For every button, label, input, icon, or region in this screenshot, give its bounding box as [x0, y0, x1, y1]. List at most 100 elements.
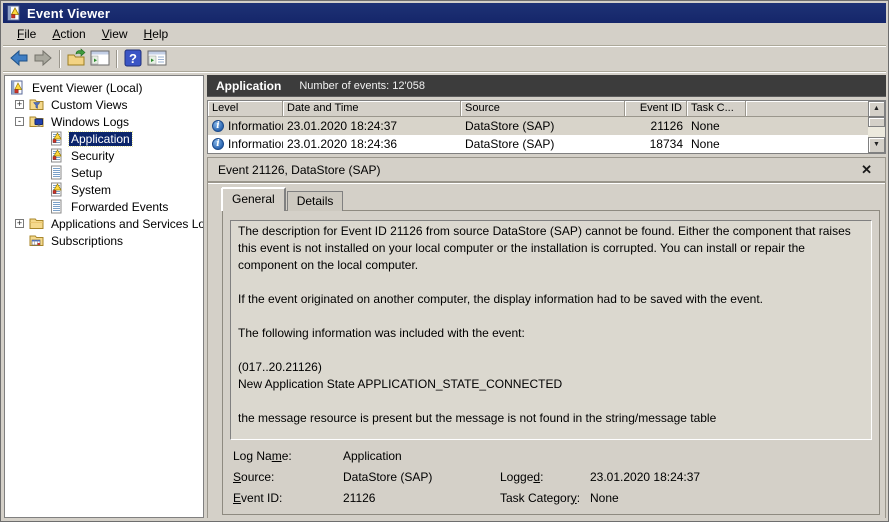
show-hide-folder-button[interactable]	[64, 47, 88, 71]
tree-label: Forwarded Events	[71, 199, 169, 214]
tree-item-custom-views[interactable]: + Custom Views	[5, 96, 203, 113]
field-value-logged: 23.01.2020 18:24:37	[590, 469, 701, 484]
forward-button[interactable]	[31, 48, 55, 70]
scroll-up-icon[interactable]: ▲	[868, 101, 885, 117]
level-cell: i Information	[208, 117, 283, 135]
datetime-cell: 23.01.2020 18:24:37	[283, 117, 461, 135]
show-console-tree-folder-icon	[66, 47, 86, 71]
field-label-level: Level:	[233, 512, 343, 515]
event-row[interactable]: i Information 23.01.2020 18:24:37 DataSto…	[208, 117, 885, 135]
field-value-keywords: Classic	[590, 512, 872, 515]
tree-item-setup[interactable]: Setup	[5, 164, 203, 181]
result-header: Application Number of events: 12'058	[207, 75, 886, 97]
tree-item-application[interactable]: Application	[5, 130, 203, 147]
main-pane: Application Number of events: 12'058 Lev…	[207, 75, 886, 518]
scroll-down-icon[interactable]: ▼	[868, 137, 885, 153]
event-fields: Log Name: Application Source: DataStore …	[233, 445, 872, 515]
tree-item-windows-logs[interactable]: - Windows Logs	[5, 113, 203, 130]
expand-plus-icon[interactable]: +	[15, 100, 24, 109]
action-pane-toggle-button[interactable]	[145, 48, 169, 70]
source-cell: DataStore (SAP)	[465, 137, 555, 151]
tree-item-forwarded-events[interactable]: Forwarded Events	[5, 198, 203, 215]
tree-label: System	[71, 182, 112, 197]
scrollbar-thumb[interactable]	[868, 117, 885, 127]
tree-label: Application	[68, 130, 133, 147]
field-label-log-name: Log Name:	[233, 448, 292, 463]
menu-file[interactable]: File	[9, 24, 44, 44]
svg-text:?: ?	[129, 51, 137, 66]
help-icon: ?	[123, 48, 143, 71]
tree-label: Windows Logs	[51, 114, 130, 129]
field-value-log-name: Application	[343, 448, 402, 463]
event-detail-pane: Event 21126, DataStore (SAP) ✕ General D…	[207, 157, 886, 518]
event-viewer-window: Event Viewer File Action View Help ? Eve…	[0, 0, 889, 522]
tree-label: Security	[71, 148, 115, 163]
field-value-event-id: 21126	[343, 490, 376, 505]
column-source[interactable]: Source	[461, 101, 625, 117]
expand-plus-icon[interactable]: +	[15, 219, 24, 228]
column-level[interactable]: Level	[208, 101, 283, 117]
toolbar-separator	[59, 50, 60, 68]
task-cell: None	[687, 117, 746, 135]
back-button[interactable]	[7, 48, 31, 70]
event-log-icon	[49, 182, 65, 197]
information-icon: i	[212, 120, 224, 132]
subscriptions-icon	[29, 233, 45, 248]
content-area: Event Viewer (Local) + Custom Views - Wi…	[3, 72, 886, 519]
plain-log-icon	[49, 165, 65, 180]
menu-action[interactable]: Action	[44, 24, 93, 44]
plain-log-icon	[49, 199, 65, 214]
task-cell: None	[691, 137, 720, 151]
tree-label: Setup	[71, 165, 103, 180]
event-count-text: Number of events: 12'058	[299, 79, 425, 92]
event-list-header: Level Date and Time Source Event ID Task…	[208, 101, 885, 117]
close-icon[interactable]: ✕	[858, 162, 875, 178]
help-button[interactable]: ?	[121, 48, 145, 70]
field-value-level: Information	[343, 512, 500, 515]
tab-details[interactable]: Details	[286, 191, 344, 211]
tree-item-security[interactable]: Security	[5, 147, 203, 164]
field-label-task-category: Task Category:	[500, 490, 581, 505]
event-id-cell: 18734	[649, 137, 683, 151]
detail-tabs: General Details	[222, 188, 345, 211]
menu-view[interactable]: View	[94, 24, 136, 44]
event-id-cell: 21126	[625, 117, 687, 135]
collapse-minus-icon[interactable]: -	[15, 117, 24, 126]
log-name-heading: Application	[216, 78, 282, 93]
tree-label: Applications and Services Logs	[51, 216, 204, 231]
field-label-logged: Logged:	[500, 469, 544, 484]
datetime-cell: 23.01.2020 18:24:36	[287, 137, 398, 151]
event-row[interactable]: i Information 23.01.2020 18:24:36 DataSto…	[208, 135, 885, 153]
menubar: File Action View Help	[3, 23, 886, 46]
column-event-id[interactable]: Event ID	[625, 101, 687, 117]
console-tree-toggle-button[interactable]	[88, 48, 112, 70]
field-label-source: Source:	[233, 469, 275, 484]
level-cell: i Information	[208, 135, 283, 153]
filler-cell	[746, 117, 885, 135]
tree-item-event-viewer-local[interactable]: Event Viewer (Local)	[5, 79, 203, 96]
general-tab-page: The description for Event ID 21126 from …	[222, 210, 880, 515]
titlebar[interactable]: Event Viewer	[3, 3, 886, 23]
tab-general[interactable]: General	[222, 188, 285, 211]
filler-cell	[746, 135, 885, 153]
field-label-event-id: Event ID:	[233, 490, 283, 505]
event-log-icon	[49, 148, 65, 163]
field-label-keywords: Keywords:	[500, 512, 590, 515]
event-description[interactable]: The description for Event ID 21126 from …	[230, 220, 872, 440]
field-value-source: DataStore (SAP)	[343, 469, 433, 484]
window-title: Event Viewer	[27, 5, 111, 21]
action-pane-window-icon	[147, 49, 167, 70]
field-value-task-category: None	[590, 490, 619, 505]
folder-icon	[29, 216, 45, 231]
tree-label: Subscriptions	[51, 233, 124, 248]
column-task-category[interactable]: Task C...	[687, 101, 746, 117]
column-filler	[746, 101, 885, 117]
column-date-and-time[interactable]: Date and Time	[283, 101, 461, 117]
event-list-scrollbar[interactable]: ▲ ▼	[868, 101, 885, 153]
menu-help[interactable]: Help	[136, 24, 177, 44]
tree-item-applications-services-logs[interactable]: + Applications and Services Logs	[5, 215, 203, 232]
back-arrow-icon	[9, 48, 29, 71]
tree-item-system[interactable]: System	[5, 181, 203, 198]
event-viewer-icon	[10, 80, 26, 95]
tree-item-subscriptions[interactable]: Subscriptions	[5, 232, 203, 249]
